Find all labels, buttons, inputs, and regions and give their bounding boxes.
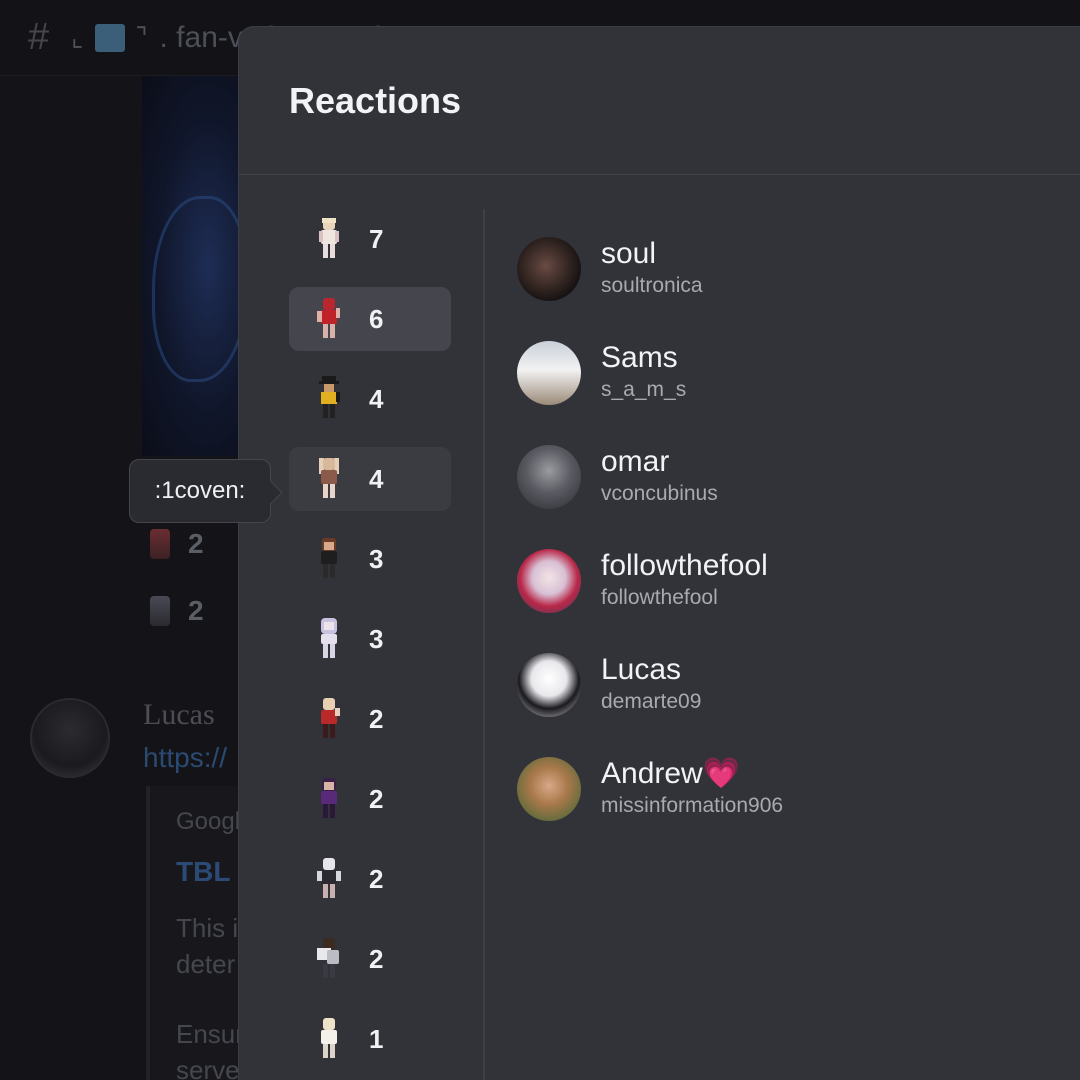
reaction-count: 4 bbox=[369, 383, 384, 414]
roblox-avatar-icon bbox=[150, 529, 170, 559]
user-row[interactable]: Sams s_a_m_s bbox=[517, 321, 783, 425]
user-info: followthefool followthefool bbox=[601, 549, 768, 613]
avatar[interactable] bbox=[517, 341, 581, 405]
avatar[interactable] bbox=[517, 757, 581, 821]
user-display-name: followthefool bbox=[601, 549, 768, 582]
roblox-avatar-lavender-icon bbox=[317, 616, 341, 662]
reaction-tab[interactable]: 2 bbox=[289, 927, 451, 991]
reaction-count: 2 bbox=[369, 863, 384, 894]
reaction-tab[interactable]: 7 bbox=[289, 207, 451, 271]
reaction-tab-selected[interactable]: 6 bbox=[289, 287, 451, 351]
avatar[interactable] bbox=[517, 653, 581, 717]
avatar[interactable] bbox=[517, 549, 581, 613]
embed-text-line: deter bbox=[176, 949, 236, 979]
bracket-icon: ⌞ bbox=[71, 22, 84, 52]
user-display-name: Andrew💗 bbox=[601, 757, 741, 790]
embed-text-line: This i bbox=[176, 913, 239, 943]
reaction-count: 3 bbox=[369, 543, 384, 574]
roblox-avatar-purple-icon bbox=[317, 776, 341, 822]
reaction-tab[interactable]: 2 bbox=[289, 767, 451, 831]
user-row[interactable]: Lucas demarte09 bbox=[517, 633, 783, 737]
user-display-name: Lucas bbox=[601, 653, 682, 686]
roblox-avatar-red-dress-icon bbox=[317, 696, 341, 742]
user-display-name: omar bbox=[601, 445, 670, 478]
modal-title: Reactions bbox=[289, 79, 462, 121]
roblox-avatar-coven-icon bbox=[317, 456, 341, 502]
user-info: soul soultronica bbox=[601, 237, 703, 301]
user-row[interactable]: Andrew💗 missinformation906 bbox=[517, 737, 783, 841]
user-username: vconcubinus bbox=[601, 482, 718, 505]
roblox-avatar-white-icon bbox=[317, 1016, 341, 1062]
roblox-avatar-punk-icon bbox=[317, 856, 341, 902]
roblox-avatar-sign-icon bbox=[317, 936, 341, 982]
reaction-tab-list: 7 6 4 4 3 3 2 2 2 2 1 bbox=[289, 207, 451, 1080]
user-info: omar vconcubinus bbox=[601, 445, 718, 509]
background-reaction-chip[interactable]: 2 bbox=[150, 595, 204, 627]
roblox-avatar-red-icon bbox=[317, 296, 341, 342]
hash-lock-icon: # bbox=[28, 16, 50, 58]
reaction-count: 2 bbox=[188, 528, 204, 559]
reaction-tab[interactable]: 3 bbox=[289, 527, 451, 591]
reaction-count: 6 bbox=[369, 303, 384, 334]
background-reaction-chip[interactable]: 2 bbox=[150, 528, 204, 560]
user-display-name: Sams bbox=[601, 341, 678, 374]
screen: # ⌞ ⌝ . fan-voting-survivor-s2 2 2 Lucas… bbox=[0, 0, 1080, 1080]
user-row[interactable]: omar vconcubinus bbox=[517, 425, 783, 529]
author-avatar[interactable] bbox=[30, 698, 110, 778]
avatar[interactable] bbox=[517, 237, 581, 301]
user-username: s_a_m_s bbox=[601, 378, 687, 401]
reaction-tab[interactable]: 2 bbox=[289, 687, 451, 751]
user-info: Andrew💗 missinformation906 bbox=[601, 757, 783, 821]
user-row[interactable]: followthefool followthefool bbox=[517, 529, 783, 633]
reaction-count: 2 bbox=[369, 703, 384, 734]
user-display-name: soul bbox=[601, 237, 657, 270]
message-author[interactable]: Lucas bbox=[143, 698, 215, 732]
reaction-tab[interactable]: 1 bbox=[289, 1007, 451, 1071]
user-info: Sams s_a_m_s bbox=[601, 341, 686, 405]
user-username: soultronica bbox=[601, 274, 703, 297]
user-row[interactable]: soul soultronica bbox=[517, 217, 783, 321]
column-divider bbox=[483, 209, 485, 1080]
modal-header: Reactions bbox=[239, 27, 1080, 175]
reactions-modal: Reactions 7 6 4 4 3 3 2 2 2 2 1 soul sou… bbox=[238, 26, 1080, 1080]
message-link[interactable]: https:// bbox=[143, 742, 227, 774]
reaction-tab[interactable]: 2 bbox=[289, 847, 451, 911]
reaction-count: 2 bbox=[188, 595, 204, 626]
roblox-avatar-tophat-icon bbox=[317, 376, 341, 422]
roblox-avatar-brunette-icon bbox=[317, 536, 341, 582]
bracket-icon: ⌝ bbox=[135, 22, 148, 52]
reaction-count: 1 bbox=[369, 1023, 384, 1054]
roblox-avatar-icon bbox=[150, 596, 170, 626]
ballot-box-icon bbox=[95, 23, 126, 52]
roblox-avatar-blonde-icon bbox=[317, 216, 341, 262]
embed-text-line: serve bbox=[176, 1055, 240, 1080]
emoji-name-tooltip: :1coven: bbox=[129, 459, 271, 523]
reactor-user-list: soul soultronica Sams s_a_m_s omar vconc… bbox=[517, 217, 783, 841]
reaction-tab[interactable]: 3 bbox=[289, 607, 451, 671]
reaction-count: 3 bbox=[369, 623, 384, 654]
avatar[interactable] bbox=[517, 445, 581, 509]
reaction-count: 2 bbox=[369, 783, 384, 814]
reaction-tab[interactable]: 4 bbox=[289, 367, 451, 431]
reaction-count: 4 bbox=[369, 463, 384, 494]
user-username: demarte09 bbox=[601, 690, 702, 713]
reaction-count: 2 bbox=[369, 943, 384, 974]
user-username: missinformation906 bbox=[601, 794, 784, 817]
user-info: Lucas demarte09 bbox=[601, 653, 701, 717]
reaction-tab-hovered[interactable]: 4 bbox=[289, 447, 451, 511]
message-image[interactable] bbox=[142, 76, 252, 456]
reaction-count: 7 bbox=[369, 223, 384, 254]
user-username: followthefool bbox=[601, 586, 718, 609]
embed-text-line: Ensur bbox=[176, 1019, 244, 1049]
